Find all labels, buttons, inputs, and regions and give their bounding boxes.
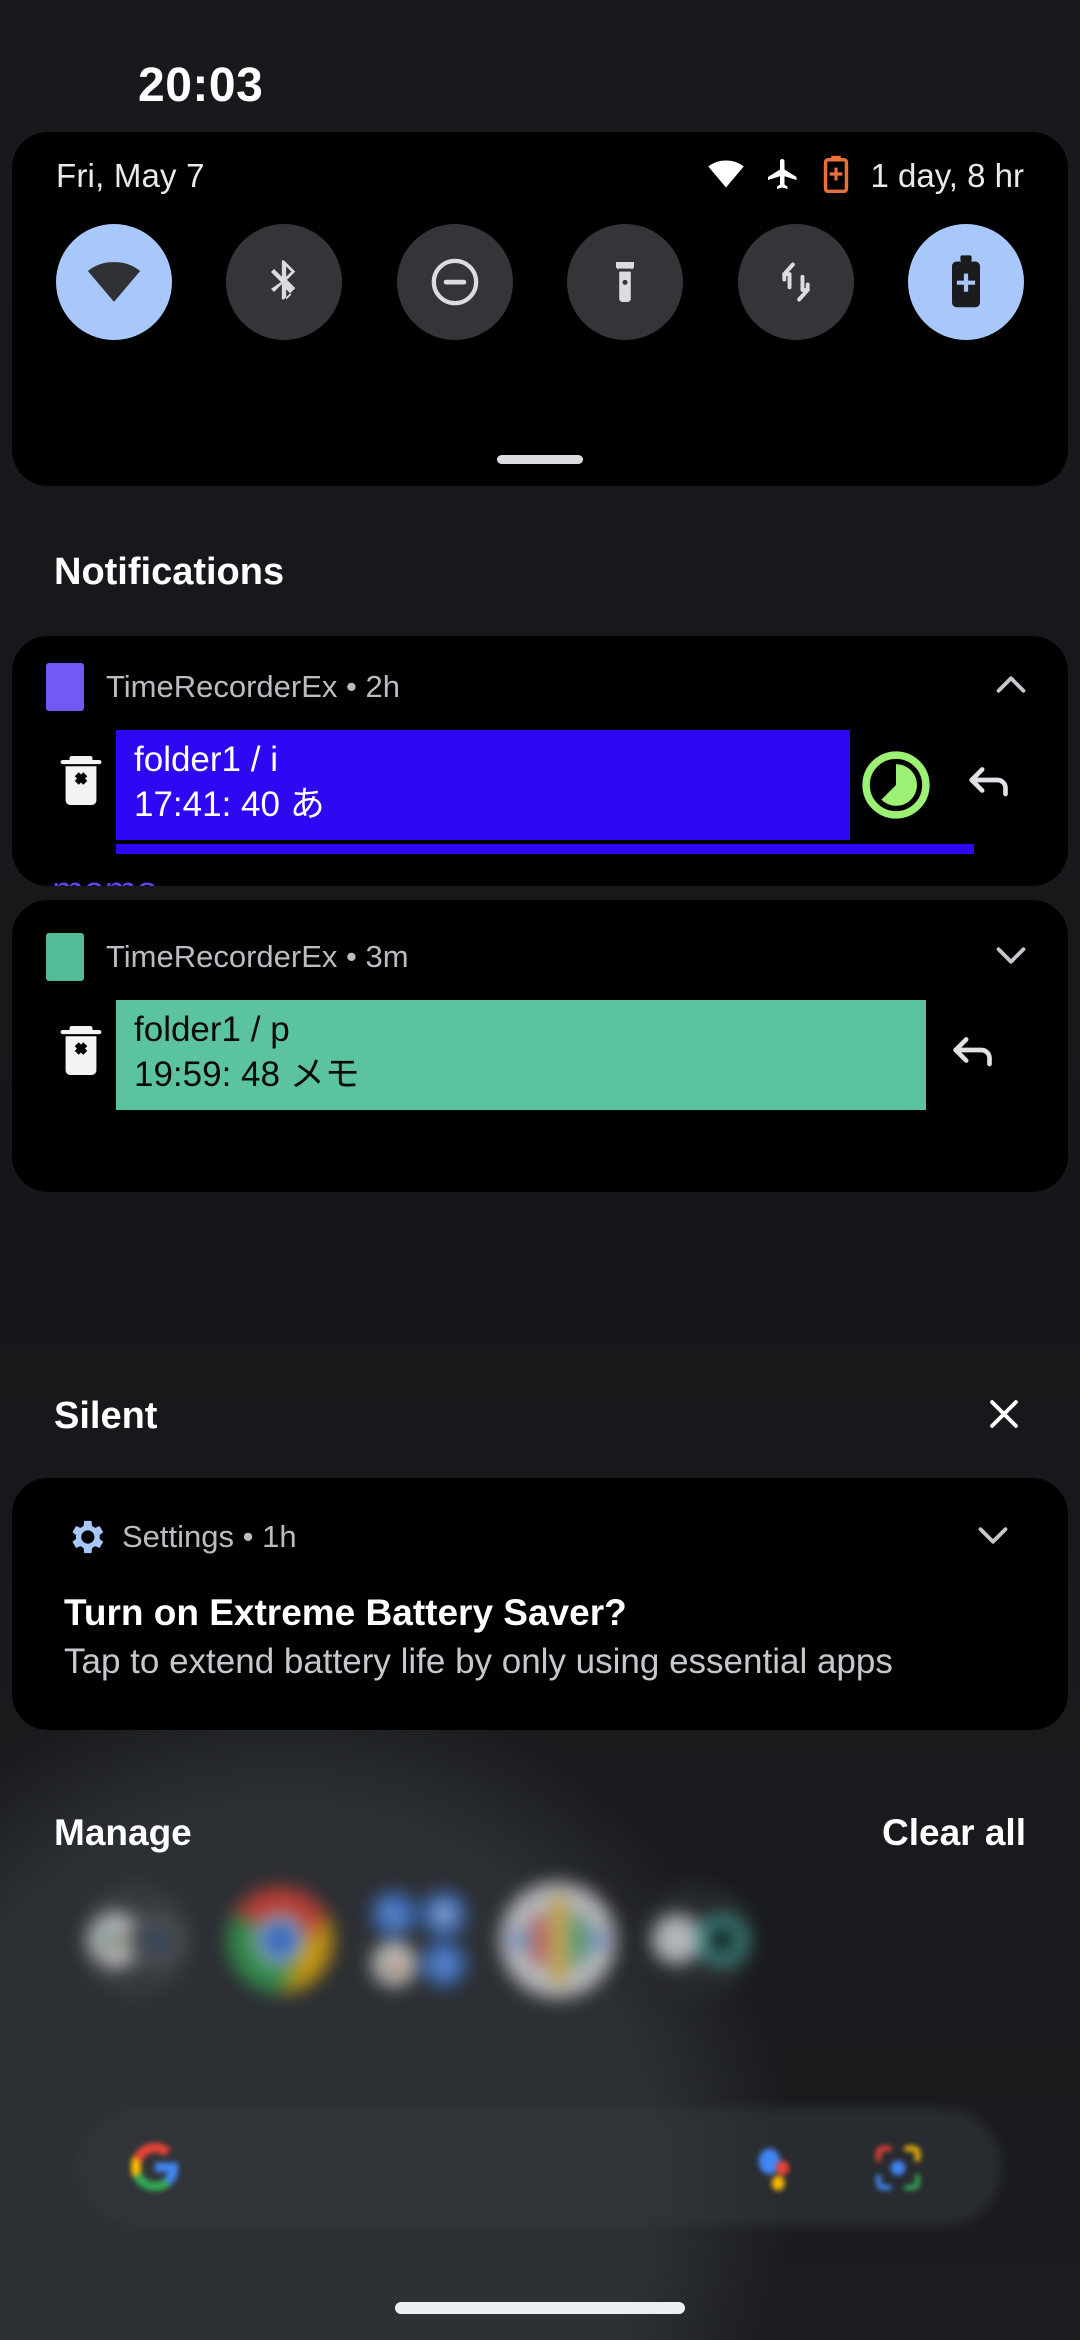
dock-icon-play-store-folder[interactable]	[78, 1882, 194, 1998]
progress-bar	[116, 843, 974, 854]
expand-button[interactable]	[988, 932, 1034, 983]
qs-date-label: Fri, May 7	[56, 157, 205, 194]
gear-icon	[64, 1515, 108, 1559]
dock-icon-chrome[interactable]	[222, 1882, 338, 1998]
manage-button[interactable]: Manage	[40, 1802, 206, 1864]
flashlight-tile[interactable]	[567, 224, 684, 340]
bluetooth-tile[interactable]	[226, 224, 343, 340]
notification-line-2: 19:59: 48 メモ	[134, 1054, 360, 1094]
notification-line-1: folder1 / p	[134, 1010, 290, 1049]
silent-section-header: Silent	[0, 1384, 1080, 1448]
dnd-tile[interactable]	[396, 224, 513, 340]
google-search-bar[interactable]	[78, 2108, 1002, 2226]
battery-saver-icon	[821, 155, 851, 198]
notification-header: TimeRecorderEx • 2h	[46, 662, 1034, 712]
notification-content: folder1 / i 17:41: 40 あ	[46, 730, 1034, 854]
status-bar-clock: 20:03	[138, 59, 264, 112]
notification-content-box[interactable]: folder1 / p 19:59: 48 メモ	[116, 1000, 926, 1110]
expand-button[interactable]	[970, 1512, 1016, 1563]
dock-icon-google-apps-folder[interactable]	[362, 1882, 478, 1998]
wifi-icon	[86, 254, 142, 310]
airplane-mode-icon	[765, 156, 801, 197]
app-icon	[46, 933, 84, 981]
chevron-up-icon	[988, 675, 1034, 712]
reply-button[interactable]	[942, 730, 1034, 813]
notification-group-timerecorder-1[interactable]: TimeRecorderEx • 2h folder1 / i 17:41: 4…	[12, 636, 1068, 886]
assistant-mic-icon[interactable]	[750, 2142, 802, 2199]
notification-group-settings[interactable]: Settings • 1h Turn on Extreme Battery Sa…	[12, 1478, 1068, 1730]
google-lens-icon[interactable]	[872, 2142, 924, 2199]
wifi-tile[interactable]	[56, 224, 172, 340]
notification-line-2: 17:41: 40 あ	[134, 784, 325, 824]
close-icon	[982, 1399, 1026, 1440]
timer-button[interactable]	[850, 730, 942, 829]
notification-row[interactable]: TimeRecorderEx • 2h folder1 / i 17:41: 4…	[12, 636, 1068, 886]
silent-label: Silent	[54, 1394, 158, 1437]
notification-app-label: TimeRecorderEx • 2h	[106, 669, 400, 704]
dock-icon-media-folder[interactable]	[640, 1882, 756, 1998]
google-g-icon	[126, 2138, 184, 2201]
wifi-icon	[707, 155, 745, 198]
notification-content-box[interactable]: folder1 / i 17:41: 40 あ	[116, 730, 974, 854]
dock-icon-google-podcasts[interactable]	[500, 1882, 616, 1998]
trash-x-icon	[56, 752, 106, 813]
delete-button[interactable]	[46, 1000, 116, 1083]
notification-header: TimeRecorderEx • 3m	[46, 932, 1034, 982]
auto-rotate-icon	[771, 257, 821, 307]
chevron-down-icon	[988, 946, 1034, 982]
notifications-label: Notifications	[54, 550, 285, 593]
reply-button[interactable]	[926, 1000, 1018, 1083]
quick-settings-status-row: Fri, May 7 1 day, 8 hr	[12, 132, 1068, 220]
quick-settings-tiles	[12, 224, 1068, 340]
battery-estimate-label: 1 day, 8 hr	[870, 157, 1024, 194]
reply-icon	[944, 1022, 1000, 1083]
app-icon	[46, 663, 84, 711]
notification-row[interactable]: TimeRecorderEx • 3m folder1 / p 19:59: 4…	[12, 900, 1068, 1138]
notification-app-label: Settings • 1h	[122, 1519, 297, 1554]
notifications-section-header: Notifications	[0, 540, 1080, 604]
notification-header: Settings • 1h	[64, 1512, 1016, 1562]
auto-rotate-tile[interactable]	[737, 224, 854, 340]
battery-saver-tile[interactable]	[907, 224, 1024, 340]
clear-all-button[interactable]: Clear all	[868, 1802, 1040, 1864]
pie-timer-icon	[857, 746, 935, 829]
clear-silent-button[interactable]	[982, 1392, 1026, 1441]
quick-settings-drag-handle[interactable]	[497, 455, 583, 464]
battery-plus-icon	[943, 254, 989, 310]
delete-button[interactable]	[46, 730, 116, 813]
notification-title: Turn on Extreme Battery Saver?	[64, 1592, 627, 1633]
collapse-button[interactable]	[988, 662, 1034, 713]
do-not-disturb-icon	[428, 255, 482, 309]
notification-line-1: folder1 / i	[134, 740, 278, 779]
notification-group-timerecorder-2[interactable]: TimeRecorderEx • 3m folder1 / p 19:59: 4…	[12, 900, 1068, 1192]
notification-app-label: TimeRecorderEx • 3m	[106, 939, 409, 974]
chevron-down-icon	[970, 1526, 1016, 1562]
flashlight-icon	[601, 258, 649, 306]
quick-settings-panel[interactable]: Fri, May 7 1 day, 8 hr	[12, 132, 1068, 486]
notification-row[interactable]: Settings • 1h Turn on Extreme Battery Sa…	[12, 1478, 1068, 1718]
notification-content: folder1 / p 19:59: 48 メモ	[46, 1000, 1034, 1110]
bluetooth-icon	[258, 256, 310, 308]
notification-body: Tap to extend battery life by only using…	[64, 1642, 893, 1681]
home-gesture-bar[interactable]	[395, 2302, 685, 2314]
reply-icon	[960, 752, 1016, 813]
home-screen-dock	[0, 1860, 1080, 2040]
notification-action-memo[interactable]: memo	[52, 870, 1034, 886]
trash-x-icon	[56, 1022, 106, 1083]
